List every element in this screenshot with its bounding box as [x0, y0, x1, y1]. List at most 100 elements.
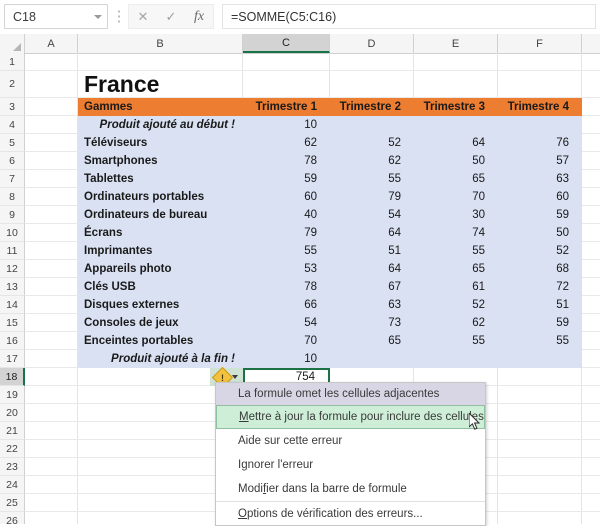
table-row-label[interactable]: Imprimantes [78, 242, 243, 260]
note-top-value[interactable]: 10 [243, 116, 330, 134]
row-header-9[interactable]: 9 [0, 206, 25, 224]
row-header-19[interactable]: 19 [0, 386, 25, 404]
table-cell[interactable]: 52 [414, 296, 498, 314]
table-cell[interactable]: 61 [414, 278, 498, 296]
table-cell[interactable]: 78 [243, 152, 330, 170]
table-cell[interactable]: 62 [243, 134, 330, 152]
table-cell[interactable]: 63 [330, 296, 414, 314]
row-header-2[interactable]: 2 [0, 71, 25, 98]
table-cell[interactable]: 50 [498, 224, 582, 242]
table-row-label[interactable]: Smartphones [78, 152, 243, 170]
table-cell[interactable]: 63 [498, 170, 582, 188]
table-cell[interactable]: 55 [414, 332, 498, 350]
table-cell[interactable]: 78 [243, 278, 330, 296]
row-header-18[interactable]: 18 [0, 368, 25, 386]
error-context-menu[interactable]: La formule omet les cellules adjacentes M… [215, 382, 486, 526]
table-cell[interactable]: 64 [414, 134, 498, 152]
table-row-label[interactable]: Consoles de jeux [78, 314, 243, 332]
row-header-25[interactable]: 25 [0, 494, 25, 512]
table-cell[interactable]: 62 [330, 152, 414, 170]
row-header-6[interactable]: 6 [0, 152, 25, 170]
table-cell[interactable]: 65 [330, 332, 414, 350]
table-cell[interactable]: 62 [414, 314, 498, 332]
table-cell[interactable]: 57 [498, 152, 582, 170]
table-cell[interactable]: 60 [498, 188, 582, 206]
table-cell[interactable]: 72 [498, 278, 582, 296]
table-row-label[interactable]: Téléviseurs [78, 134, 243, 152]
row-header-3[interactable]: 3 [0, 98, 25, 116]
table-cell[interactable]: 70 [414, 188, 498, 206]
table-cell[interactable]: 76 [498, 134, 582, 152]
table-cell[interactable]: 54 [243, 314, 330, 332]
table-row-label[interactable]: Ordinateurs portables [78, 188, 243, 206]
context-menu-item[interactable]: Options de vérification des erreurs... [216, 501, 485, 525]
table-cell[interactable]: 55 [414, 242, 498, 260]
formula-input[interactable]: =SOMME(C5:C16) [222, 4, 596, 29]
context-menu-item[interactable]: Mettre à jour la formule pour inclure de… [216, 405, 485, 429]
row-header-22[interactable]: 22 [0, 440, 25, 458]
table-cell[interactable]: 55 [330, 170, 414, 188]
row-header-16[interactable]: 16 [0, 332, 25, 350]
table-header-trimestre-1[interactable]: Trimestre 1 [243, 98, 330, 116]
table-row-label[interactable]: Écrans [78, 224, 243, 242]
table-cell[interactable]: 55 [243, 242, 330, 260]
table-cell[interactable]: 70 [243, 332, 330, 350]
table-header-gammes[interactable]: Gammes [78, 98, 243, 116]
table-cell[interactable]: 30 [414, 206, 498, 224]
row-header-23[interactable]: 23 [0, 458, 25, 476]
row-header-11[interactable]: 11 [0, 242, 25, 260]
note-bottom-label[interactable]: Produit ajouté à la fin ! [78, 350, 243, 368]
table-cell[interactable]: 65 [414, 170, 498, 188]
table-row-label[interactable]: Ordinateurs de bureau [78, 206, 243, 224]
table-row-label[interactable]: Clés USB [78, 278, 243, 296]
table-cell[interactable]: 59 [498, 206, 582, 224]
table-cell[interactable]: 74 [414, 224, 498, 242]
table-header-trimestre-3[interactable]: Trimestre 3 [414, 98, 498, 116]
table-cell[interactable]: 52 [330, 134, 414, 152]
row-header-13[interactable]: 13 [0, 278, 25, 296]
context-menu-item[interactable]: Modifier dans la barre de formule [216, 477, 485, 501]
table-cell[interactable]: 59 [243, 170, 330, 188]
table-cell[interactable]: 54 [330, 206, 414, 224]
table-row-label[interactable]: Appareils photo [78, 260, 243, 278]
table-cell[interactable]: 64 [330, 224, 414, 242]
table-row-label[interactable]: Disques externes [78, 296, 243, 314]
table-cell[interactable]: 55 [498, 332, 582, 350]
row-header-10[interactable]: 10 [0, 224, 25, 242]
table-cell[interactable]: 67 [330, 278, 414, 296]
row-header-12[interactable]: 12 [0, 260, 25, 278]
table-header-trimestre-4[interactable]: Trimestre 4 [498, 98, 582, 116]
context-menu-item[interactable]: Ignorer l'erreur [216, 453, 485, 477]
column-header-b[interactable]: B [78, 34, 243, 53]
column-header-f[interactable]: F [498, 34, 582, 53]
table-row-label[interactable]: Tablettes [78, 170, 243, 188]
table-cell[interactable]: 73 [330, 314, 414, 332]
table-cell[interactable]: 53 [243, 260, 330, 278]
table-cell[interactable]: 50 [414, 152, 498, 170]
select-all-corner[interactable] [0, 34, 25, 53]
table-row-label[interactable]: Enceintes portables [78, 332, 243, 350]
table-cell[interactable]: 52 [498, 242, 582, 260]
table-cell[interactable]: 51 [330, 242, 414, 260]
column-header-a[interactable]: A [25, 34, 78, 53]
close-icon[interactable]: ✕ [129, 5, 157, 28]
sheet-title[interactable]: France [78, 71, 249, 98]
note-top-label[interactable]: Produit ajouté au début ! [78, 116, 243, 134]
table-cell[interactable]: 59 [498, 314, 582, 332]
row-header-1[interactable]: 1 [0, 53, 25, 71]
note-bottom-value[interactable]: 10 [243, 350, 330, 368]
row-header-4[interactable]: 4 [0, 116, 25, 134]
table-header-trimestre-2[interactable]: Trimestre 2 [330, 98, 414, 116]
context-menu-item[interactable]: Aide sur cette erreur [216, 429, 485, 453]
row-header-26[interactable]: 26 [0, 512, 25, 524]
table-cell[interactable]: 64 [330, 260, 414, 278]
table-cell[interactable]: 79 [243, 224, 330, 242]
column-header-d[interactable]: D [330, 34, 414, 53]
name-box-dropdown-icon[interactable] [89, 14, 107, 19]
table-cell[interactable]: 51 [498, 296, 582, 314]
name-box[interactable]: C18 [4, 4, 108, 29]
row-header-24[interactable]: 24 [0, 476, 25, 494]
table-cell[interactable]: 68 [498, 260, 582, 278]
table-cell[interactable]: 40 [243, 206, 330, 224]
fx-icon[interactable]: fx [185, 5, 213, 28]
